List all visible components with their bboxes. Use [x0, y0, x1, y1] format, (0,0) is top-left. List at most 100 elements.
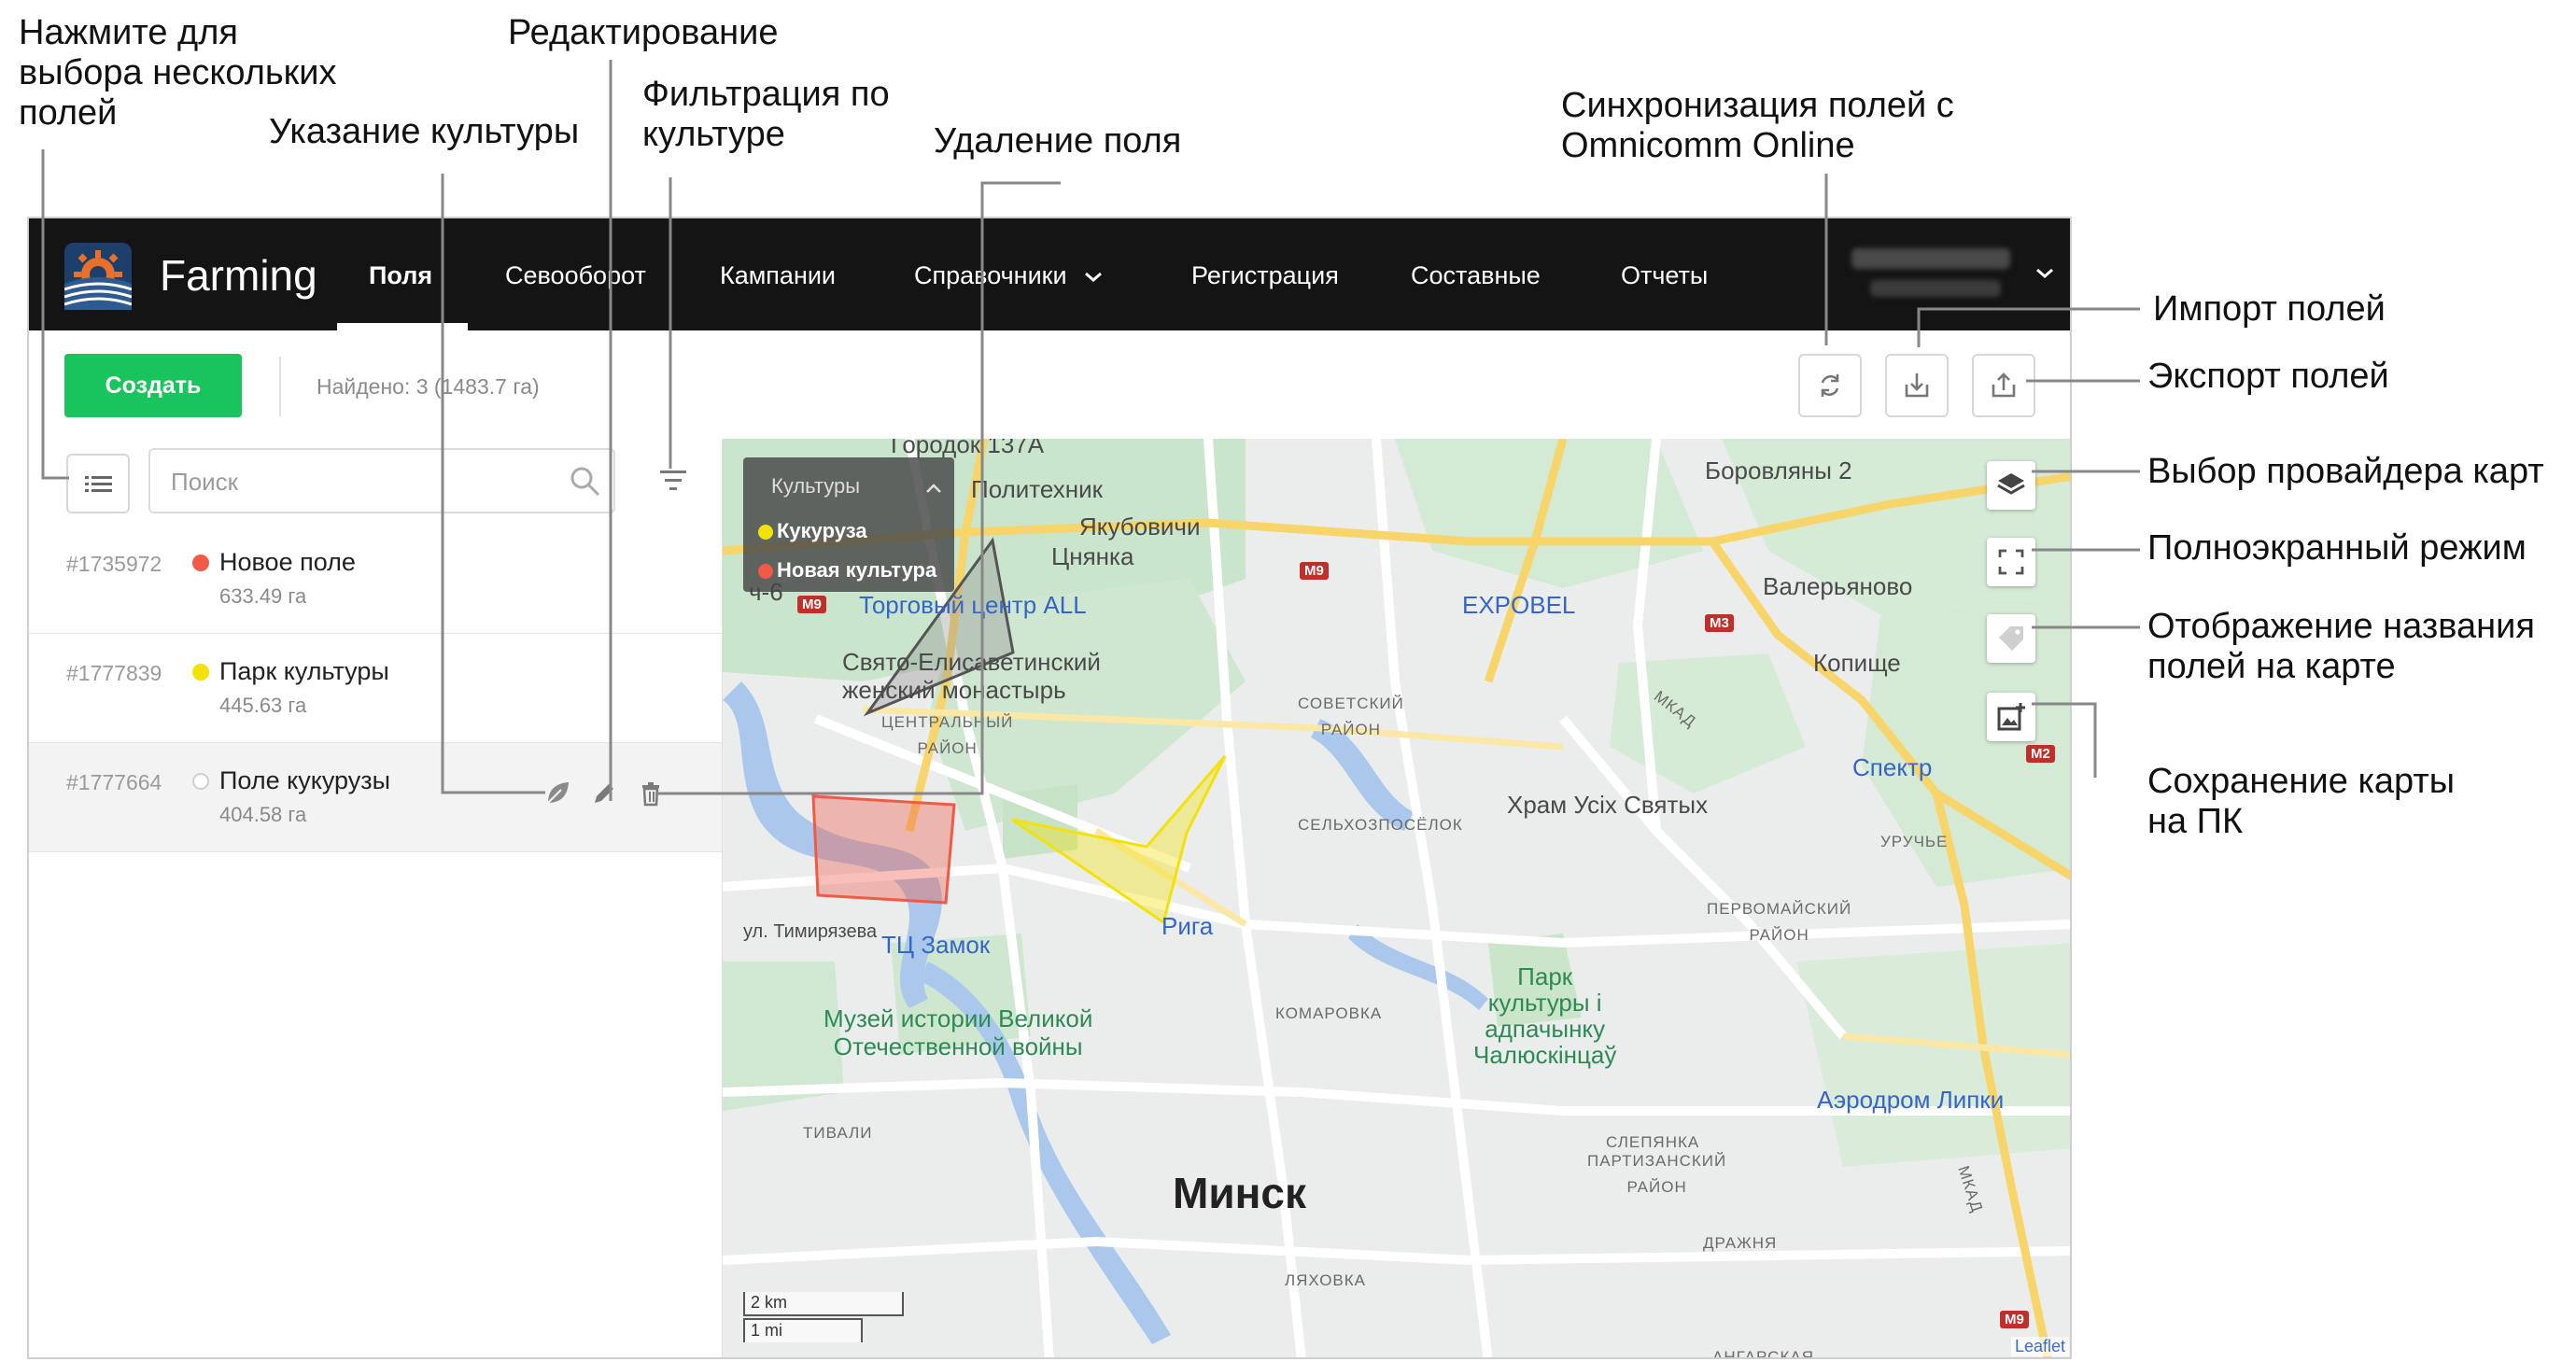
field-crop-dot	[192, 773, 209, 790]
pencil-icon[interactable]	[589, 779, 619, 808]
field-area: 404.58 га	[219, 803, 307, 826]
leaf-icon[interactable]	[542, 779, 572, 808]
map-label-line: Свято-Елисаветинский	[842, 648, 1101, 676]
scale-km: 2 km	[743, 1292, 904, 1316]
fullscreen-button[interactable]	[1987, 538, 2035, 586]
nav-fields[interactable]: Поля	[369, 261, 432, 289]
field-id: #1777839	[66, 661, 162, 685]
map-label-park: Парк культуры і адпачынку Чалюскінцаў	[1473, 963, 1616, 1068]
annotation-names: Отображение названия полей на карте	[2147, 607, 2535, 687]
annotation-multi-select-line2: выбора нескольких	[19, 53, 337, 92]
legend-dot	[758, 525, 773, 540]
map-label: СЕЛЬХОЗПОСЁЛОК	[1298, 816, 1463, 834]
map-label: ТИВАЛИ	[803, 1124, 873, 1142]
filter-icon[interactable]	[655, 461, 692, 498]
annotation-culture: Указание культуры	[269, 112, 580, 151]
map-label-line: Музей истории Великой	[823, 1004, 1093, 1032]
map-label: Политехник	[971, 475, 1104, 503]
sync-icon	[1821, 374, 1839, 397]
leaflet-attribution[interactable]: Leaflet	[2011, 1337, 2070, 1356]
map-view[interactable]: Городок 137А Политехник Якубовичи Цнянка…	[723, 439, 2070, 1359]
nav-campaigns[interactable]: Кампании	[720, 261, 836, 289]
brand-name: Farming	[160, 251, 317, 300]
list-icon	[85, 476, 112, 492]
field-crop-dot	[192, 555, 209, 571]
annotation-edit: Редактирование	[508, 13, 779, 52]
toolbar-divider	[279, 357, 281, 416]
export-button[interactable]	[1972, 354, 2035, 417]
import-button[interactable]	[1885, 354, 1949, 417]
nav-directories[interactable]: Справочники	[914, 261, 1104, 289]
user-name-blurred[interactable]	[1851, 248, 2010, 269]
search-row	[29, 439, 722, 526]
annotation-save-line2: на ПК	[2147, 802, 2244, 841]
farming-logo-icon	[64, 243, 132, 310]
road-shield: M9	[1300, 562, 1329, 580]
save-map-button[interactable]	[1987, 693, 2035, 741]
search-input[interactable]	[169, 463, 565, 500]
multi-select-button[interactable]	[66, 454, 130, 513]
search-icon[interactable]	[569, 465, 602, 498]
legend-title: Культуры	[771, 474, 861, 498]
field-crop-dot	[192, 664, 209, 681]
annotation-names-line1: Отображение названия	[2147, 607, 2535, 646]
map-label-line: ЦЕНТРАЛЬНЫЙ	[881, 713, 1014, 731]
field-area: 445.63 га	[219, 694, 307, 717]
annotation-filter-line1: Фильтрация по	[642, 75, 890, 114]
map-label-monastery: Свято-Елисаветинский женский монастырь	[842, 648, 1101, 704]
annotation-export: Экспорт полей	[2147, 357, 2389, 396]
search-field[interactable]	[148, 448, 615, 513]
trash-icon[interactable]	[636, 779, 666, 808]
nav-composite[interactable]: Составные	[1411, 261, 1541, 289]
user-org-blurred	[1870, 280, 2001, 297]
map-scale: 2 km 1 mi	[743, 1290, 904, 1346]
chevron-up-icon[interactable]	[924, 482, 943, 495]
sync-button[interactable]	[1798, 354, 1862, 417]
annotation-fullscreen: Полноэкранный режим	[2147, 528, 2527, 568]
fullscreen-icon	[1998, 549, 2024, 575]
map-label-partizansky: ПАРТИЗАНСКИЙ РАЙОН	[1587, 1148, 1726, 1201]
import-icon	[1905, 373, 1929, 398]
annotation-filter-line2: культуре	[642, 115, 785, 154]
field-name: Новое поле	[219, 548, 356, 576]
map-label-line: женский монастырь	[842, 676, 1066, 704]
nav-registration[interactable]: Регистрация	[1191, 261, 1339, 289]
field-row[interactable]: #1777664 Поле кукурузы 404.58 га	[29, 743, 722, 852]
annotation-sync: Синхронизация полей с Omnicomm Online	[1561, 86, 1954, 166]
map-label-line: РАЙОН	[1626, 1178, 1687, 1196]
save-image-icon	[1997, 703, 2025, 731]
map-label-line: Чалюскінцаў	[1473, 1041, 1617, 1069]
map-label: ЛЯХОВКА	[1285, 1271, 1367, 1289]
field-row[interactable]: #1735972 Новое поле 633.49 га	[29, 525, 722, 634]
road-shield: M9	[2000, 1311, 2029, 1328]
map-label: Торговый центр ALL	[859, 591, 1087, 619]
map-label-museum: Музей истории Великой Отечественной войн…	[823, 1004, 1092, 1060]
nav-active-indicator	[337, 323, 468, 330]
field-id: #1735972	[66, 552, 162, 576]
map-provider-button[interactable]	[1987, 461, 2035, 510]
annotation-names-line2: полей на карте	[2147, 647, 2396, 686]
map-label: Копище	[1813, 649, 1901, 677]
map-label: Храм Усіх Святых	[1507, 791, 1709, 819]
field-name: Поле кукурузы	[219, 766, 391, 794]
found-count: Найдено: 3 (1483.7 га)	[317, 374, 540, 399]
road-shield: M9	[797, 596, 826, 613]
nav-reports[interactable]: Отчеты	[1621, 261, 1708, 289]
field-row[interactable]: #1777839 Парк культуры 445.63 га	[29, 634, 722, 743]
field-names-toggle-button[interactable]	[1987, 614, 2035, 663]
map-label-line: ПЕРВОМАЙСКИЙ	[1707, 900, 1852, 918]
map-label: КОМАРОВКА	[1275, 1004, 1383, 1022]
road-shield: M2	[2026, 745, 2055, 763]
create-button[interactable]: Создать	[64, 354, 242, 417]
map-label: Валерьяново	[1763, 572, 1913, 600]
nav-crop-rotation[interactable]: Севооборот	[505, 261, 646, 289]
annotation-delete: Удаление поля	[934, 121, 1182, 161]
scale-mi: 1 mi	[743, 1318, 863, 1342]
user-menu-chevron-icon[interactable]	[2034, 267, 2055, 280]
export-icon	[1992, 372, 2016, 398]
map-label-line: СОВЕТСКИЙ	[1298, 695, 1404, 712]
annotation-filter: Фильтрация по культуре	[642, 75, 890, 155]
map-label: АНГАРСКАЯ	[1712, 1348, 1814, 1359]
chevron-down-icon	[1085, 272, 1103, 282]
legend-item: Кукуруза	[777, 519, 867, 542]
